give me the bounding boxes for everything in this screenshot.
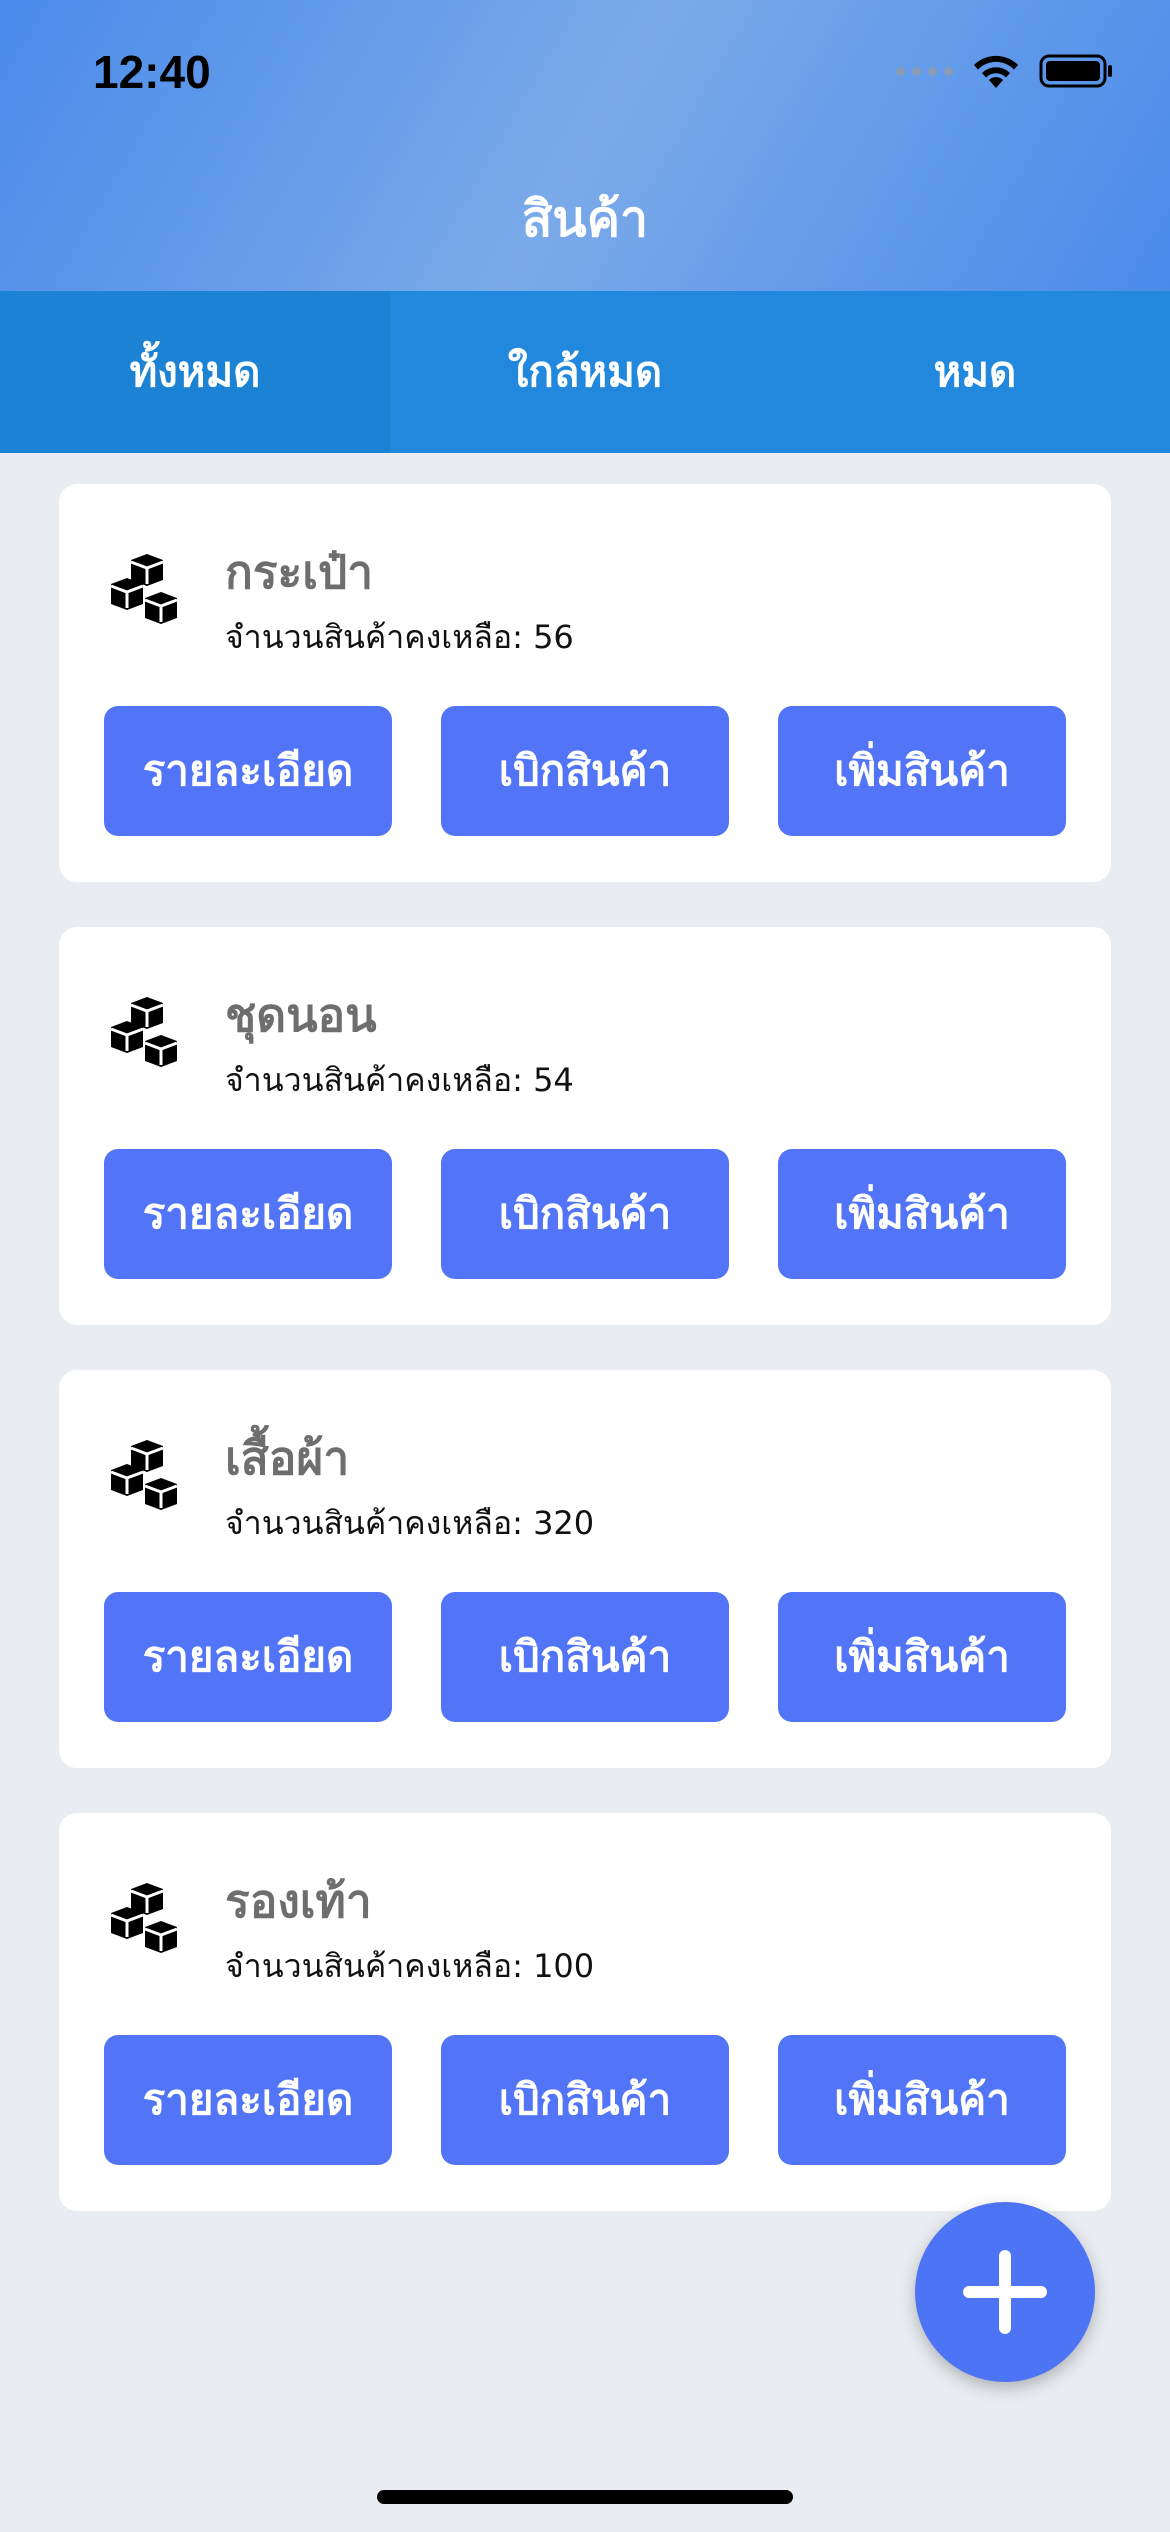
status-bar: 12:40 [0,0,1170,150]
product-stock: จำนวนสินค้าคงเหลือ: 56 [225,618,574,656]
product-stock: จำนวนสินค้าคงเหลือ: 320 [225,1504,595,1542]
tab-all[interactable]: ทั้งหมด [0,291,390,453]
wifi-icon [974,55,1018,88]
tab-low-stock[interactable]: ใกล้หมด [390,291,780,453]
details-button[interactable]: รายละเอียด [104,1149,392,1279]
product-card: เสื้อผ้า จำนวนสินค้าคงเหลือ: 320 รายละเอ… [59,1370,1111,1768]
add-stock-button[interactable]: เพิ่มสินค้า [778,1592,1066,1722]
product-name: รองเท้า [225,1874,372,1928]
status-time: 12:40 [93,46,211,98]
withdraw-button[interactable]: เบิกสินค้า [441,706,729,836]
page-title: สินค้า [521,190,649,248]
boxes-icon [110,1440,178,1510]
boxes-icon [110,997,178,1067]
product-list: กระเป๋า จำนวนสินค้าคงเหลือ: 56 รายละเอีย… [59,484,1111,2256]
product-card: รองเท้า จำนวนสินค้าคงเหลือ: 100 รายละเอี… [59,1813,1111,2211]
add-stock-button[interactable]: เพิ่มสินค้า [778,706,1066,836]
details-button[interactable]: รายละเอียด [104,706,392,836]
add-stock-button[interactable]: เพิ่มสินค้า [778,1149,1066,1279]
card-actions: รายละเอียด เบิกสินค้า เพิ่มสินค้า [104,1592,1066,1722]
product-stock: จำนวนสินค้าคงเหลือ: 54 [225,1061,574,1099]
product-name: กระเป๋า [225,545,374,599]
product-card: กระเป๋า จำนวนสินค้าคงเหลือ: 56 รายละเอีย… [59,484,1111,882]
product-name: เสื้อผ้า [225,1431,350,1485]
battery-icon [1039,54,1112,88]
app-header: 12:40 สินค้า [0,0,1170,291]
add-stock-button[interactable]: เพิ่มสินค้า [778,2035,1066,2165]
details-button[interactable]: รายละเอียด [104,2035,392,2165]
card-actions: รายละเอียด เบิกสินค้า เพิ่มสินค้า [104,1149,1066,1279]
status-icons [896,52,1115,90]
card-actions: รายละเอียด เบิกสินค้า เพิ่มสินค้า [104,706,1066,836]
product-card: ชุดนอน จำนวนสินค้าคงเหลือ: 54 รายละเอียด… [59,927,1111,1325]
boxes-icon [110,554,178,624]
card-actions: รายละเอียด เบิกสินค้า เพิ่มสินค้า [104,2035,1066,2165]
cellular-signal-icon [896,66,953,76]
tab-out-of-stock[interactable]: หมด [780,291,1170,453]
home-indicator [377,2490,793,2504]
withdraw-button[interactable]: เบิกสินค้า [441,1592,729,1722]
boxes-icon [110,1883,178,1953]
withdraw-button[interactable]: เบิกสินค้า [441,1149,729,1279]
product-stock: จำนวนสินค้าคงเหลือ: 100 [225,1947,595,1985]
withdraw-button[interactable]: เบิกสินค้า [441,2035,729,2165]
add-product-button[interactable] [915,2202,1095,2382]
tab-bar: ทั้งหมด ใกล้หมด หมด [0,291,1170,453]
plus-icon [963,2250,1047,2334]
product-name: ชุดนอน [225,988,377,1042]
details-button[interactable]: รายละเอียด [104,1592,392,1722]
